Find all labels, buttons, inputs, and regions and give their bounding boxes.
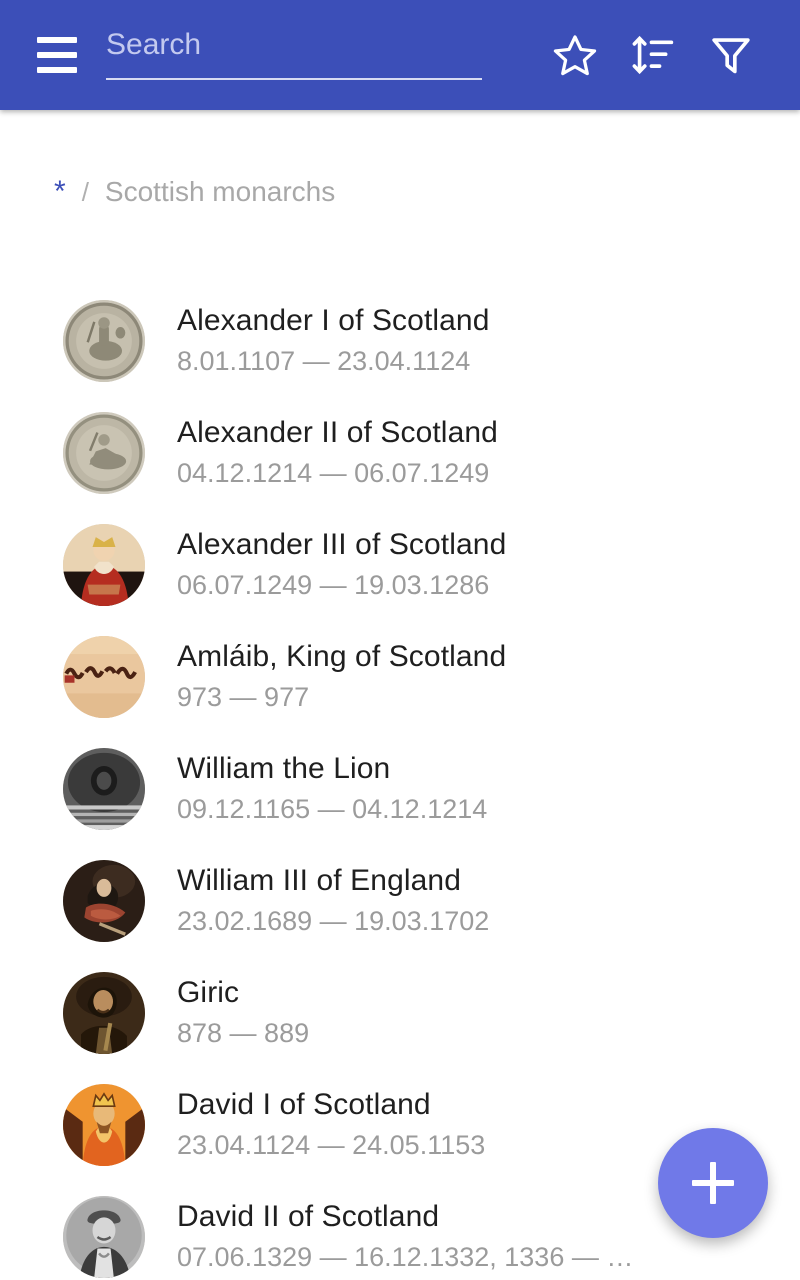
engraving-portrait-grey-hat-icon (63, 1196, 145, 1278)
manuscript-parchment-script-icon (63, 636, 145, 718)
oil-portrait-red-cloak-icon (63, 860, 145, 942)
list-item-title: Giric (177, 976, 240, 1010)
filter-funnel-icon[interactable] (692, 16, 770, 94)
breadcrumb: * / Scottish monarchs (0, 176, 800, 208)
menu-line-3 (37, 67, 77, 73)
avatar (63, 748, 145, 830)
app-bar (0, 0, 800, 110)
menu-line-1 (37, 37, 77, 43)
list-item[interactable]: Amláib, King of Scotland 973 — 977 (0, 621, 800, 733)
list-item[interactable]: William the Lion 09.12.1165 — 04.12.1214 (0, 733, 800, 845)
list-item-text: William III of England 23.02.1689 — 19.0… (177, 863, 800, 938)
filter-funnel-glyph (712, 38, 750, 74)
avatar (63, 636, 145, 718)
avatar (63, 1084, 145, 1166)
sort-glyph (632, 35, 674, 75)
list-item-text: Alexander III of Scotland 06.07.1249 — 1… (177, 527, 800, 602)
illuminated-king-orange-crown-icon (63, 1084, 145, 1166)
plus-icon-vertical (710, 1162, 716, 1204)
list-item[interactable]: William III of England 23.02.1689 — 19.0… (0, 845, 800, 957)
list-item-title: Alexander I of Scotland (177, 304, 490, 338)
medieval-seal-horseman-grey-2-icon (63, 412, 145, 494)
list-item[interactable]: Giric 878 — 889 (0, 957, 800, 1069)
search-underline (106, 78, 482, 80)
avatar (63, 524, 145, 606)
breadcrumb-current-item: Scottish monarchs (104, 176, 336, 207)
avatar (63, 972, 145, 1054)
list-item-text: Alexander I of Scotland 8.01.1107 — 23.0… (177, 303, 800, 378)
list-item-subtitle: 8.01.1107 — 23.04.1124 (177, 345, 471, 376)
list-item-title: William III of England (177, 864, 461, 898)
breadcrumb-separator: / (81, 176, 89, 207)
list-item-title: Alexander III of Scotland (177, 528, 507, 562)
sort-icon[interactable] (614, 16, 692, 94)
list-item[interactable]: Alexander II of Scotland 04.12.1214 — 06… (0, 397, 800, 509)
avatar (63, 860, 145, 942)
list-item-title: David I of Scotland (177, 1088, 431, 1122)
medieval-seal-horseman-grey-icon (63, 300, 145, 382)
list-item-subtitle: 973 — 977 (177, 681, 310, 712)
monarch-list: Alexander I of Scotland 8.01.1107 — 23.0… (0, 285, 800, 1280)
search-input[interactable] (102, 22, 492, 74)
illuminated-king-red-robe-icon (63, 524, 145, 606)
list-item-text: Alexander II of Scotland 04.12.1214 — 06… (177, 415, 800, 490)
list-item-subtitle: 04.12.1214 — 06.07.1249 (177, 457, 490, 488)
oil-portrait-dark-brown-icon (63, 972, 145, 1054)
avatar (63, 300, 145, 382)
list-item-title: William the Lion (177, 752, 391, 786)
list-item-title: Amláib, King of Scotland (177, 640, 507, 674)
list-item-subtitle: 07.06.1329 — 16.12.1332, 1336 — … (177, 1241, 634, 1272)
app-screen: * / Scottish monarchs Alexander I of (0, 0, 800, 1280)
list-item-subtitle: 06.07.1249 — 19.03.1286 (177, 569, 490, 600)
star-outline-icon[interactable] (536, 16, 614, 94)
engraving-portrait-greyscale-icon (63, 748, 145, 830)
list-item[interactable]: Alexander III of Scotland 06.07.1249 — 1… (0, 509, 800, 621)
avatar (63, 1196, 145, 1278)
list-item-subtitle: 878 — 889 (177, 1017, 310, 1048)
add-fab-button[interactable] (658, 1128, 768, 1238)
breadcrumb-root-link[interactable]: * (54, 177, 66, 207)
search-field[interactable] (102, 22, 492, 88)
list-item-text: William the Lion 09.12.1165 — 04.12.1214 (177, 751, 800, 826)
list-item[interactable]: Alexander I of Scotland 8.01.1107 — 23.0… (0, 285, 800, 397)
list-item-text: Giric 878 — 889 (177, 975, 800, 1050)
menu-line-2 (37, 52, 77, 58)
avatar (63, 412, 145, 494)
star-outline-glyph (553, 35, 597, 76)
list-item-subtitle: 09.12.1165 — 04.12.1214 (177, 793, 488, 824)
list-item-text: Amláib, King of Scotland 973 — 977 (177, 639, 800, 714)
list-item-subtitle: 23.02.1689 — 19.03.1702 (177, 905, 490, 936)
app-bar-actions (536, 16, 770, 94)
hamburger-menu-icon[interactable] (26, 24, 88, 86)
list-item-title: Alexander II of Scotland (177, 416, 498, 450)
